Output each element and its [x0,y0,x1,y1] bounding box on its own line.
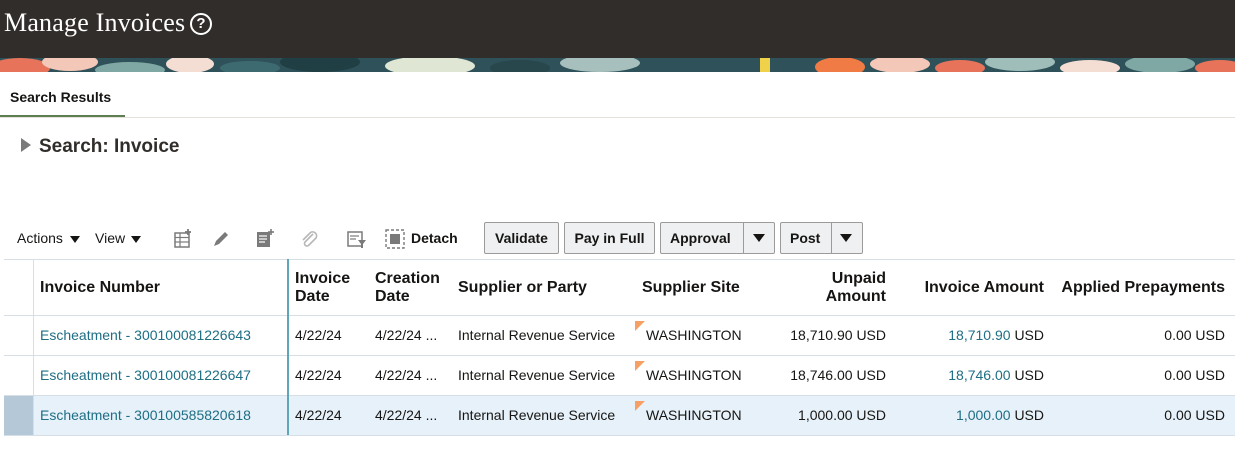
col-creation-date-line2: Date [375,288,410,305]
split-divider [831,223,832,253]
creation-date: 4/22/24 ... [375,327,438,343]
table-row[interactable]: Escheatment - 300100081226643 4/22/24 4/… [4,316,1235,356]
tab-divider [0,117,1235,118]
tab-search-results[interactable]: Search Results [0,80,125,118]
unpaid-amount: 18,746.00 USD [790,367,886,383]
supplier-name: Internal Revenue Service [458,327,616,343]
attachment-paperclip-icon[interactable] [298,228,320,250]
invoice-amount-link[interactable]: 18,746.00 [948,367,1010,383]
approval-dropdown-icon[interactable] [753,234,765,242]
pay-in-full-button[interactable]: Pay in Full [564,222,655,254]
invoice-number-link[interactable]: Escheatment - 300100081226647 [40,367,251,383]
row-selector[interactable] [4,396,34,435]
create-invoice-icon[interactable] [172,228,194,250]
selector-column-divider [33,259,34,435]
table-row[interactable]: Escheatment - 300100081226647 4/22/24 4/… [4,356,1235,396]
col-applied-prepayments[interactable]: Applied Prepayments [1054,279,1225,297]
invoice-amount-link[interactable]: 1,000.00 [956,407,1011,423]
invoice-date: 4/22/24 [295,327,342,343]
help-icon[interactable]: ? [190,13,212,35]
col-invoice-number[interactable]: Invoice Number [40,279,160,297]
frozen-column-divider[interactable] [287,259,289,435]
col-invoice-date[interactable]: Invoice Date [295,270,350,306]
flag-marker-icon [635,321,645,331]
col-creation-date[interactable]: Creation Date [375,270,440,306]
flag-marker-icon [635,401,645,411]
col-unpaid-line1: Unpaid [831,270,886,287]
invoice-amount-currency: USD [1014,407,1044,423]
table-header: Invoice Number Invoice Date Creation Dat… [4,259,1235,316]
page-header: Manage Invoices ? [0,0,1235,58]
supplier-site: WASHINGTON [646,367,742,383]
col-unpaid-line2: Amount [825,288,886,305]
edit-pencil-icon[interactable] [210,228,232,250]
actions-menu[interactable]: Actions [17,230,63,246]
invoice-number-link[interactable]: Escheatment - 300100585820618 [40,407,251,423]
col-invoice-date-line1: Invoice [295,270,351,287]
page-title: Manage Invoices [4,8,186,37]
invoice-amount-cell: 1,000.00 USD [904,407,1044,423]
col-supplier-site[interactable]: Supplier Site [642,279,740,297]
col-unpaid-amount[interactable]: Unpaid Amount [786,270,886,306]
view-menu[interactable]: View [95,230,125,246]
invoice-amount-cell: 18,746.00 USD [904,367,1044,383]
view-caret-icon[interactable] [131,236,141,243]
applied-prepayments: 0.00 USD [1164,367,1225,383]
applied-prepayments: 0.00 USD [1164,407,1225,423]
invoice-amount-currency: USD [1014,367,1044,383]
post-split-button[interactable]: Post [780,222,863,254]
supplier-name: Internal Revenue Service [458,407,616,423]
post-dropdown-icon[interactable] [840,234,852,242]
unpaid-amount: 18,710.90 USD [790,327,886,343]
creation-date: 4/22/24 ... [375,367,438,383]
post-button-label[interactable]: Post [781,223,820,253]
detach-icon[interactable] [384,228,406,250]
approval-button-label[interactable]: Approval [661,223,731,253]
col-creation-date-line1: Creation [375,270,440,287]
approval-split-button[interactable]: Approval [660,222,775,254]
supplier-site: WASHINGTON [646,327,742,343]
disclosure-triangle-right-icon[interactable] [20,138,32,152]
decorative-banner [0,58,1235,72]
applied-prepayments: 0.00 USD [1164,327,1225,343]
col-supplier[interactable]: Supplier or Party [458,279,587,297]
col-invoice-date-line2: Date [295,288,330,305]
validate-button[interactable]: Validate [484,222,559,254]
detach-button[interactable]: Detach [411,230,458,246]
invoice-date: 4/22/24 [295,367,342,383]
row-selector[interactable] [4,356,34,395]
invoice-date: 4/22/24 [295,407,342,423]
invoice-number-link[interactable]: Escheatment - 300100081226643 [40,327,251,343]
flag-marker-icon [635,361,645,371]
invoice-amount-cell: 18,710.90 USD [904,327,1044,343]
supplier-name: Internal Revenue Service [458,367,616,383]
col-invoice-amount[interactable]: Invoice Amount [904,279,1044,297]
supplier-site: WASHINGTON [646,407,742,423]
validate-doc-icon[interactable] [254,228,276,250]
actions-caret-icon[interactable] [70,236,80,243]
invoice-amount-link[interactable]: 18,710.90 [948,327,1010,343]
unpaid-amount: 1,000.00 USD [798,407,886,423]
split-divider [743,223,744,253]
search-section-title[interactable]: Search: Invoice [39,136,179,158]
row-selector[interactable] [4,316,34,355]
filter-doc-icon[interactable] [346,228,368,250]
tab-label: Search Results [10,89,112,105]
table-row-selected[interactable]: Escheatment - 300100585820618 4/22/24 4/… [4,396,1235,436]
invoice-amount-currency: USD [1014,327,1044,343]
creation-date: 4/22/24 ... [375,407,438,423]
